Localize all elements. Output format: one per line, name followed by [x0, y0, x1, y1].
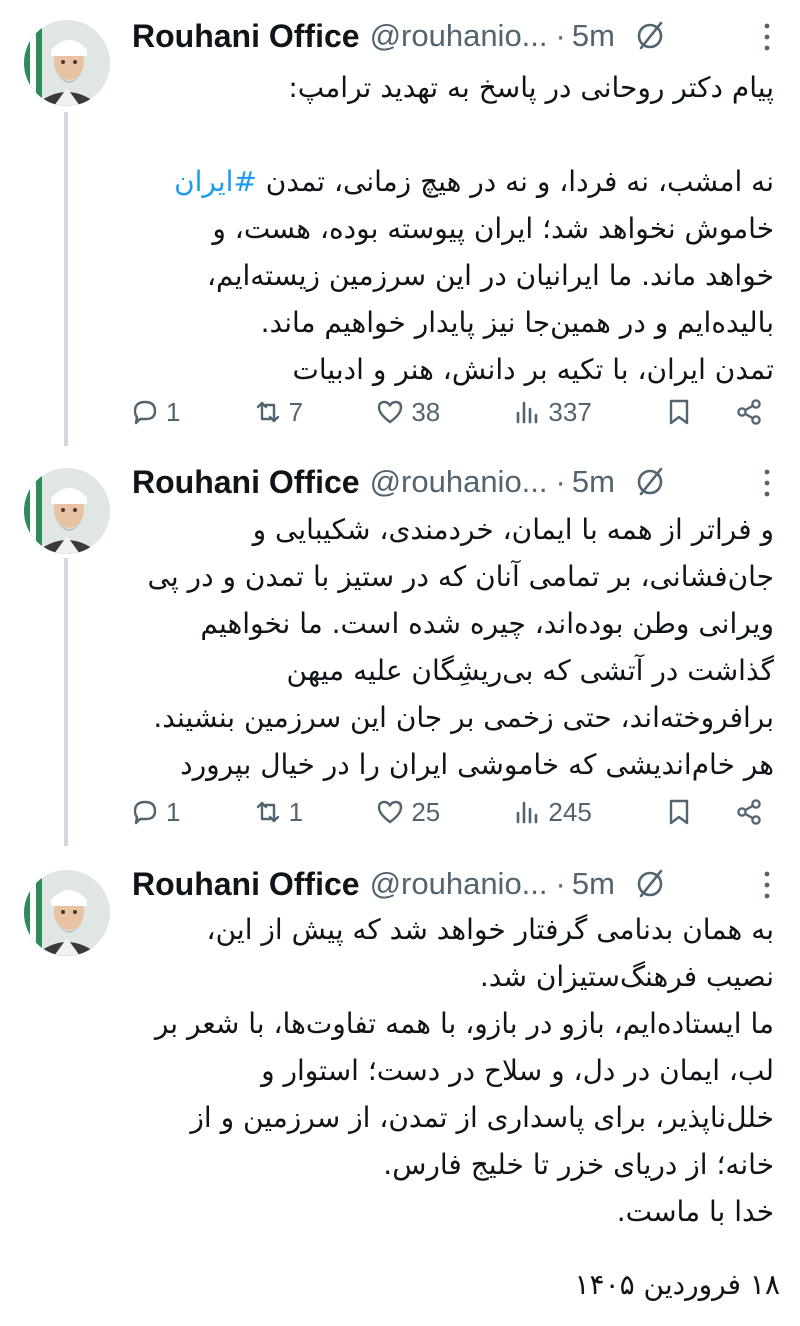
- bookmark-icon[interactable]: [664, 397, 694, 427]
- text-line: تمدن ایران، با تکیه بر دانش، هنر و ادبیا…: [292, 353, 774, 386]
- text-line: و فراتر از همه با ایمان، خردمندی، شکیبای…: [252, 513, 774, 546]
- timestamp[interactable]: 5m: [572, 464, 615, 500]
- repost-button[interactable]: 1: [253, 797, 303, 828]
- text-line: خانه؛ از دریای خزر تا خلیج فارس.: [383, 1148, 774, 1181]
- more-icon[interactable]: [762, 20, 772, 54]
- like-button[interactable]: 38: [375, 397, 440, 428]
- view-count: 337: [548, 396, 592, 427]
- text-line-blank: [130, 111, 774, 158]
- author-name[interactable]: Rouhani Office: [132, 866, 360, 903]
- author-name[interactable]: Rouhani Office: [132, 464, 360, 501]
- text-line: ویرانی وطن بوده‌اند، چیره شده است. ما نخ…: [200, 607, 774, 640]
- tweet[interactable]: Rouhani Office @rouhanio... · 5m و فراتر…: [0, 446, 800, 846]
- date-caption: ۱۸ فروردین ۱۴۰۵: [574, 1268, 781, 1301]
- tweet[interactable]: Rouhani Office @rouhanio... · 5m پیام دک…: [0, 0, 800, 446]
- tweet-header: Rouhani Office @rouhanio... · 5m: [132, 460, 780, 504]
- text-line: بالیده‌ایم و در همین‌جا نیز پایدار خواهی…: [260, 306, 774, 339]
- avatar[interactable]: [24, 870, 110, 956]
- separator: ·: [555, 18, 566, 53]
- views-button[interactable]: 245: [512, 796, 592, 828]
- avatar[interactable]: [24, 468, 110, 554]
- action-bar: 1 7 38 337: [130, 392, 764, 432]
- text-line: گذاشت در آتشی که بی‌ریشِگان علیه میهن: [286, 654, 774, 687]
- text-fragment: نه امشب، نه فردا، و نه در هیچ زمانی، تمد…: [256, 165, 774, 198]
- action-bar: 1 1 25 245: [130, 792, 764, 832]
- tweet-text: و فراتر از همه با ایمان، خردمندی، شکیبای…: [130, 506, 774, 788]
- text-line: هر خام‌اندیشی که خاموشی ایران را در خیال…: [180, 748, 774, 781]
- reply-count: 1: [166, 796, 181, 827]
- text-line: نه امشب، نه فردا، و نه در هیچ زمانی، تمد…: [130, 158, 774, 205]
- action-group: [664, 397, 764, 427]
- grok-icon[interactable]: [633, 867, 667, 901]
- tweet-header: Rouhani Office @rouhanio... · 5m: [132, 862, 780, 906]
- reply-button[interactable]: 1: [130, 797, 180, 828]
- hashtag-link[interactable]: #ایران: [174, 165, 257, 198]
- tweet[interactable]: Rouhani Office @rouhanio... · 5m به همان…: [0, 846, 800, 1326]
- thread-connector: [64, 558, 68, 846]
- more-icon[interactable]: [762, 868, 772, 902]
- more-icon[interactable]: [762, 466, 772, 500]
- views-button[interactable]: 337: [512, 396, 592, 428]
- tweet-text: پیام دکتر روحانی در پاسخ به تهدید ترامپ:…: [130, 64, 774, 393]
- author-handle[interactable]: @rouhanio...: [370, 18, 548, 54]
- text-line: خلل‌ناپذیر، برای پاسداری از تمدن، از سرز…: [190, 1101, 774, 1134]
- views-icon: [517, 401, 538, 424]
- thread-connector: [64, 112, 68, 446]
- text-line: لب، ایمان در دل، و سلاح در دست؛ استوار و: [261, 1054, 774, 1087]
- like-button[interactable]: 25: [375, 797, 440, 828]
- repost-button[interactable]: 7: [253, 397, 303, 428]
- like-count: 25: [411, 796, 441, 827]
- repost-icon: [256, 401, 279, 423]
- text-line: به همان بدنامی گرفتار خواهد شد که پیش از…: [206, 913, 774, 946]
- reply-button[interactable]: 1: [130, 397, 180, 428]
- author-name[interactable]: Rouhani Office: [132, 18, 360, 55]
- heart-icon: [378, 400, 403, 424]
- text-line: خاموش نخواهد شد؛ ایران پیوسته بوده، هست،…: [212, 212, 774, 245]
- tweet-text: به همان بدنامی گرفتار خواهد شد که پیش از…: [130, 906, 774, 1235]
- timestamp[interactable]: 5m: [572, 866, 615, 902]
- repost-count: 7: [288, 396, 304, 427]
- text-line: پیام دکتر روحانی در پاسخ به تهدید ترامپ:: [288, 71, 774, 104]
- repost-count: 1: [288, 796, 304, 827]
- tweet-header: Rouhani Office @rouhanio... · 5m: [132, 14, 780, 58]
- reply-icon: [133, 400, 157, 425]
- text-line: برافروخته‌اند، حتی زخمی بر جان این سرزمی…: [153, 701, 774, 734]
- text-line: خواهد ماند. ما ایرانیان در این سرزمین زی…: [207, 259, 774, 292]
- avatar[interactable]: [24, 20, 110, 106]
- text-line: خدا با ماست.: [616, 1195, 774, 1228]
- share-icon[interactable]: [734, 397, 764, 427]
- repost-icon: [256, 801, 279, 823]
- author-handle[interactable]: @rouhanio...: [370, 866, 548, 902]
- text-line: ما ایستاده‌ایم، بازو در بازو، با همه تفا…: [154, 1007, 774, 1040]
- grok-icon[interactable]: [633, 19, 667, 53]
- separator: ·: [555, 866, 566, 901]
- timestamp[interactable]: 5m: [572, 18, 615, 54]
- action-group: [664, 797, 764, 827]
- like-count: 38: [411, 396, 441, 427]
- text-line: جان‌فشانی، بر تمامی آنان که در ستیز با ت…: [147, 560, 774, 593]
- heart-icon: [378, 800, 403, 824]
- separator: ·: [555, 464, 566, 499]
- view-count: 245: [548, 796, 592, 827]
- bookmark-icon[interactable]: [664, 797, 694, 827]
- views-icon: [517, 801, 538, 824]
- grok-icon[interactable]: [633, 465, 667, 499]
- reply-count: 1: [166, 396, 181, 427]
- reply-icon: [133, 800, 157, 825]
- text-line: نصیب فرهنگ‌ستیزان شد.: [479, 960, 774, 993]
- share-icon[interactable]: [734, 797, 764, 827]
- author-handle[interactable]: @rouhanio...: [370, 464, 548, 500]
